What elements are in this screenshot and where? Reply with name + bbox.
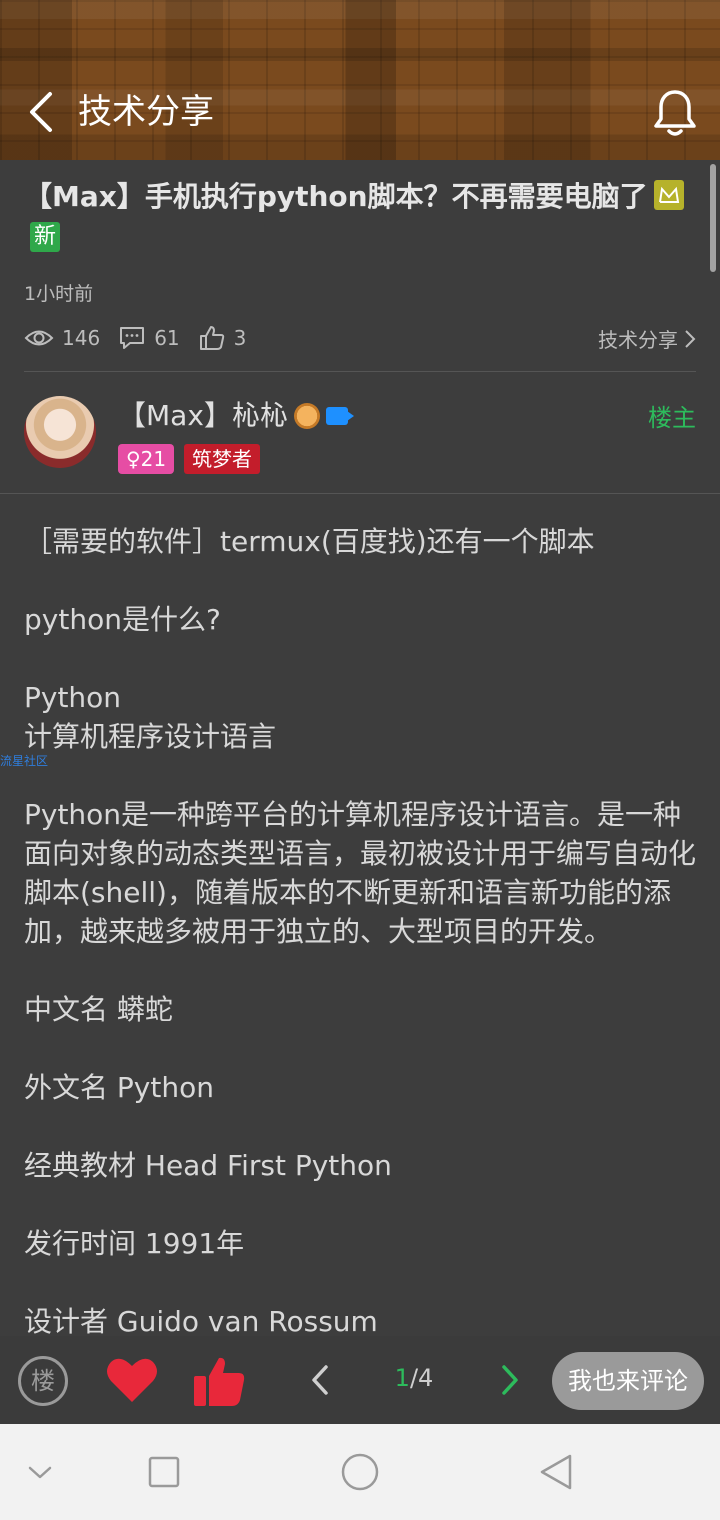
post-stats: 146 61 3 <box>24 320 264 356</box>
category-link[interactable]: 技术分享 <box>598 324 696 353</box>
post-title-text: 【Max】手机执行python脚本？不再需要电脑了 <box>24 180 648 213</box>
author-name[interactable]: 【Max】杺杺 <box>118 396 354 436</box>
gender-age-badge: ♀21 <box>118 444 175 474</box>
divider <box>24 371 696 372</box>
write-comment-button[interactable]: 我也来评论 <box>552 1352 704 1410</box>
like-count: 3 <box>198 324 247 352</box>
post-title: 【Max】手机执行python脚本？不再需要电脑了新 <box>24 176 694 260</box>
heart-icon <box>107 1358 157 1402</box>
chevron-left-icon <box>312 1365 328 1395</box>
nav-recents-button[interactable] <box>140 1448 188 1496</box>
body-paragraph: Python <box>24 681 122 714</box>
page-title: 技术分享 <box>78 92 214 132</box>
like-button[interactable] <box>192 1354 246 1408</box>
like-count-value: 3 <box>233 326 247 350</box>
body-paragraph: python是什么? <box>24 603 221 636</box>
comment-count: 61 <box>118 325 180 351</box>
nav-back-button[interactable] <box>532 1448 580 1496</box>
body-paragraph: 发行时间 1991年 <box>24 1227 245 1260</box>
circle-icon <box>341 1453 379 1491</box>
eye-icon <box>24 330 54 346</box>
body-paragraph: 计算机程序设计语言 <box>24 720 277 753</box>
previous-page-button[interactable] <box>306 1362 334 1398</box>
crown-icon <box>653 180 684 210</box>
chevron-down-icon <box>28 1466 52 1479</box>
author-name-text: 【Max】杺杺 <box>118 399 288 432</box>
thumbs-up-icon <box>194 1357 245 1406</box>
body-paragraph: ［需要的软件］termux(百度找)还有一个脚本 <box>24 525 595 558</box>
body-paragraph: Python是一种跨平台的计算机程序设计语言。是一种面向对象的动态类型语言，最初… <box>24 798 697 948</box>
body-paragraph: 外文名 Python <box>24 1071 214 1104</box>
medal-icon <box>293 403 320 429</box>
new-badge: 新 <box>30 222 60 252</box>
comment-icon <box>120 327 145 349</box>
view-count-value: 146 <box>62 326 101 350</box>
system-nav-bar <box>0 1424 720 1520</box>
video-icon <box>325 407 354 425</box>
nav-hide-button[interactable] <box>16 1448 64 1496</box>
post-body: ［需要的软件］termux(百度找)还有一个脚本 python是什么? Pyth… <box>24 522 696 1341</box>
rank-badge: 筑梦者 <box>184 444 260 474</box>
triangle-back-icon <box>540 1454 572 1490</box>
notification-button[interactable] <box>648 86 702 140</box>
square-icon <box>148 1456 180 1488</box>
chevron-right-icon <box>685 329 696 348</box>
favorite-button[interactable] <box>106 1356 158 1404</box>
page-current: 1 <box>394 1364 410 1392</box>
chevron-left-icon <box>30 92 52 132</box>
body-paragraph: 经典教材 Head First Python <box>24 1149 392 1182</box>
floor-button[interactable]: 楼 <box>18 1356 68 1406</box>
page-indicator[interactable]: 1/4 <box>376 1364 452 1392</box>
next-page-button[interactable] <box>496 1362 524 1398</box>
chevron-right-icon <box>502 1365 518 1395</box>
bottom-action-bar: 楼 1/4 我也来评论 <box>0 1336 720 1424</box>
body-paragraph: 中文名 蟒蛇 <box>24 993 173 1026</box>
avatar[interactable] <box>24 396 96 468</box>
nav-home-button[interactable] <box>336 1448 384 1496</box>
page-total: /4 <box>409 1364 434 1392</box>
watermark-link[interactable]: 流星社区 <box>0 752 48 769</box>
post-time: 1小时前 <box>24 283 94 305</box>
op-label: 楼主 <box>648 404 696 432</box>
view-count: 146 <box>24 326 100 350</box>
category-label: 技术分享 <box>598 328 678 352</box>
bell-icon <box>654 90 696 136</box>
scrollbar[interactable] <box>710 164 716 272</box>
comment-count-value: 61 <box>154 326 180 350</box>
thumbs-up-icon <box>199 326 224 350</box>
back-button[interactable] <box>22 88 62 136</box>
top-app-bar: 技术分享 <box>0 0 720 160</box>
divider <box>0 493 720 494</box>
